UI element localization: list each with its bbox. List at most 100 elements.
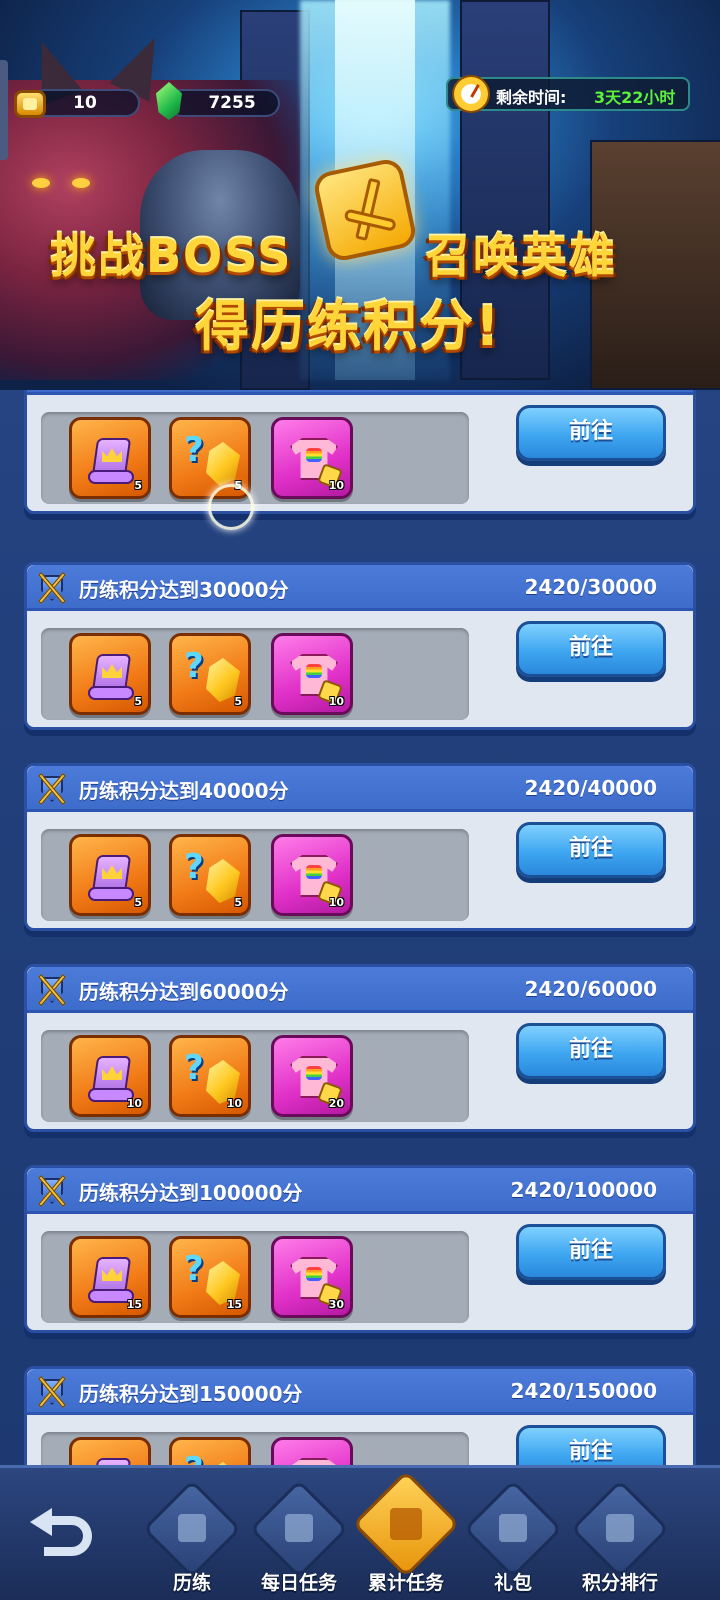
tap-indicator <box>208 484 254 530</box>
banner-subtitle: 得历练积分! <box>195 295 502 358</box>
tab-label: 礼包 <box>493 1572 532 1594</box>
task-list[interactable]: 历练积分达到20000分 2420/20000 5 ? 5 10 前往 历练积分… <box>0 390 720 1465</box>
go-button[interactable]: 前往 <box>516 405 666 461</box>
reward-item[interactable]: ? 10 <box>169 1035 251 1117</box>
tab-label: 每日任务 <box>260 1572 337 1594</box>
reward-count: 10 <box>328 695 344 708</box>
stopwatch-icon <box>452 75 490 113</box>
reward-count: 5 <box>234 695 242 708</box>
bottom-nav: 历练 每日任务 累计任务 礼包 积分排行 <box>0 1465 720 1600</box>
task-card: 历练积分达到60000分 2420/60000 10 ? 10 20 前往 <box>24 964 696 1132</box>
reward-item[interactable]: 5 <box>69 633 151 715</box>
task-card: 历练积分达到20000分 2420/20000 5 ? 5 10 前往 <box>24 390 696 514</box>
reward-count: 15 <box>126 1298 142 1311</box>
reward-count: 10 <box>328 896 344 909</box>
reward-item[interactable]: 5 <box>69 417 151 499</box>
task-header: 历练积分达到30000分 2420/30000 <box>27 565 693 611</box>
sword-emblem-icon <box>311 156 419 264</box>
tab-cumulative-tasks[interactable]: 累计任务 <box>352 1470 460 1600</box>
tab-ranking[interactable]: 积分排行 <box>570 1479 670 1600</box>
reward-count: 10 <box>226 1097 242 1110</box>
event-screen: 挑战BOSS 召唤英雄 得历练积分! 10 7255 剩余时间: 3天22小时 … <box>0 0 720 1600</box>
daily-task-icon <box>285 1514 313 1542</box>
reward-count: 5 <box>134 479 142 492</box>
tab-label: 积分排行 <box>581 1572 658 1594</box>
remaining-time-label: 剩余时间: <box>496 88 567 107</box>
task-card: 历练积分达到100000分 2420/100000 15 ? 15 30 前往 <box>24 1165 696 1333</box>
reward-item[interactable]: 30 <box>271 1236 353 1318</box>
scroll-icon <box>86 432 138 488</box>
crossed-swords-shield-icon <box>35 973 69 1007</box>
crossed-swords-shield-icon <box>35 1375 69 1409</box>
training-icon <box>178 1514 206 1542</box>
reward-tray: 5 ? 5 10 <box>41 628 469 720</box>
shirt-fragment-icon <box>286 1452 342 1465</box>
tab-daily-tasks[interactable]: 每日任务 <box>249 1479 349 1600</box>
cumulative-task-icon <box>390 1508 422 1540</box>
scroll-icon <box>86 1452 138 1465</box>
task-header: 历练积分达到100000分 2420/100000 <box>27 1168 693 1214</box>
reward-count: 10 <box>126 1097 142 1110</box>
task-progress: 2420/40000 <box>524 776 657 800</box>
reward-tray: 5 ? 5 10 <box>41 412 469 504</box>
reward-count: 20 <box>328 1097 344 1110</box>
reward-item[interactable] <box>271 1437 353 1465</box>
reward-item[interactable]: 10 <box>271 633 353 715</box>
reward-item[interactable]: 10 <box>271 834 353 916</box>
crossed-swords-shield-icon <box>35 772 69 806</box>
task-card: 历练积分达到40000分 2420/40000 5 ? 5 10 前往 <box>24 763 696 931</box>
task-progress: 2420/150000 <box>510 1379 657 1403</box>
task-progress: 2420/30000 <box>524 575 657 599</box>
task-title: 历练积分达到30000分 <box>79 578 289 602</box>
task-title: 历练积分达到100000分 <box>79 1181 303 1205</box>
reward-item[interactable]: ? <box>169 1437 251 1465</box>
tab-label: 累计任务 <box>367 1572 444 1594</box>
reward-count: 30 <box>328 1298 344 1311</box>
go-button[interactable]: 前往 <box>516 1023 666 1079</box>
task-header: 历练积分达到40000分 2420/40000 <box>27 766 693 812</box>
reward-count: 5 <box>234 896 242 909</box>
remaining-time: 剩余时间: 3天22小时 <box>446 75 690 113</box>
task-header: 历练积分达到150000分 2420/150000 <box>27 1369 693 1415</box>
tab-training[interactable]: 历练 <box>142 1479 242 1600</box>
reward-tray: 10 ? 10 20 <box>41 1030 469 1122</box>
banner-title-left: 挑战BOSS <box>50 229 293 283</box>
task-card: 历练积分达到150000分 2420/150000 ? 前往 <box>24 1366 696 1465</box>
reward-item[interactable]: 10 <box>69 1035 151 1117</box>
reward-item[interactable] <box>69 1437 151 1465</box>
reward-item[interactable]: ? 15 <box>169 1236 251 1318</box>
reward-item[interactable]: 15 <box>69 1236 151 1318</box>
reward-item[interactable]: ? 5 <box>169 633 251 715</box>
go-button[interactable]: 前往 <box>516 621 666 677</box>
mystery-gem-icon: ? <box>182 845 242 907</box>
task-progress: 2420/100000 <box>510 1178 657 1202</box>
reward-item[interactable]: 5 <box>69 834 151 916</box>
tab-gift-pack[interactable]: 礼包 <box>463 1479 563 1600</box>
reward-item[interactable]: 20 <box>271 1035 353 1117</box>
boss-eye <box>32 178 50 188</box>
reward-count: 15 <box>226 1298 242 1311</box>
mystery-gem-icon: ? <box>182 1448 242 1465</box>
reward-tray: 5 ? 5 10 <box>41 829 469 921</box>
gem-count: 7255 <box>208 93 256 113</box>
banner-title-right: 召唤英雄 <box>425 229 617 283</box>
go-button[interactable]: 前往 <box>516 1224 666 1280</box>
task-title: 历练积分达到150000分 <box>79 1382 303 1406</box>
reward-item[interactable]: 10 <box>271 417 353 499</box>
task-header: 历练积分达到20000分 2420/20000 <box>27 390 693 395</box>
back-arrow-icon[interactable] <box>28 1506 98 1566</box>
task-title: 历练积分达到60000分 <box>79 980 289 1004</box>
task-card: 历练积分达到30000分 2420/30000 5 ? 5 10 前往 <box>24 562 696 730</box>
reward-item[interactable]: ? 5 <box>169 834 251 916</box>
reward-tray: ? <box>41 1432 469 1465</box>
go-button[interactable]: 前往 <box>516 1425 666 1465</box>
reward-tray: 15 ? 15 30 <box>41 1231 469 1323</box>
event-banner: 挑战BOSS 召唤英雄 得历练积分! 10 7255 剩余时间: 3天22小时 <box>0 0 720 390</box>
scroll-icon <box>86 648 138 704</box>
ranking-podium-icon <box>606 1514 634 1542</box>
go-button[interactable]: 前往 <box>516 822 666 878</box>
task-header: 历练积分达到60000分 2420/60000 <box>27 967 693 1013</box>
side-drawer-tab[interactable] <box>0 60 8 160</box>
scroll-icon <box>86 849 138 905</box>
mystery-gem-icon: ? <box>182 644 242 706</box>
